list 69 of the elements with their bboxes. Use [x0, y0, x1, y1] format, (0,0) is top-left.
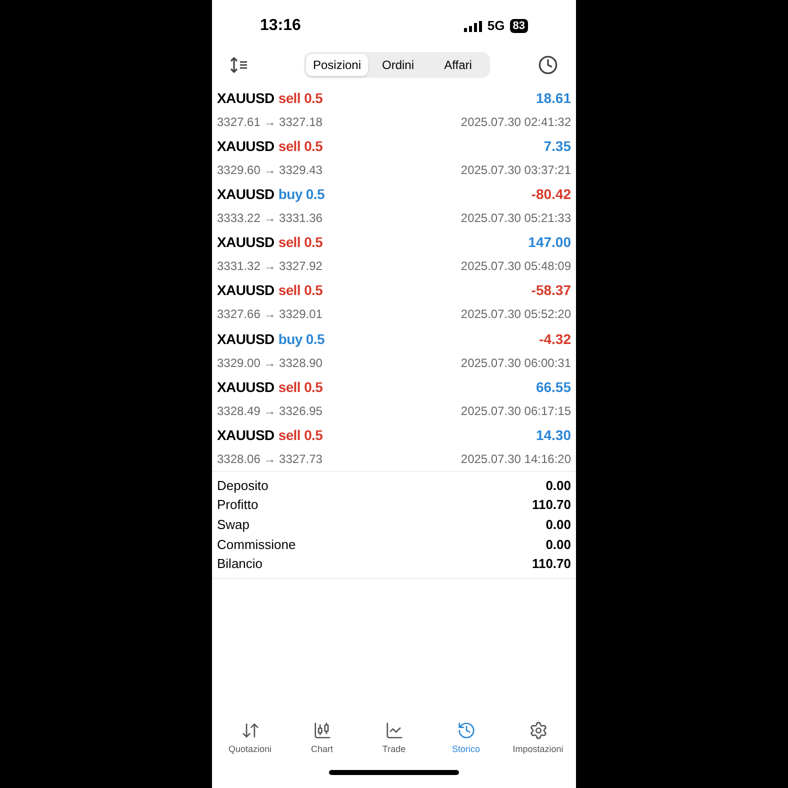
price-range: 3327.61 → 3327.18	[217, 114, 322, 131]
sort-icon[interactable]	[230, 57, 248, 73]
network-label: 5G	[487, 17, 505, 36]
battery-level: 83	[510, 19, 528, 33]
price-range: 3328.49 → 3326.95	[217, 402, 322, 420]
profit-value: -80.42	[531, 184, 571, 204]
price-range: 3331.32 → 3327.92	[217, 258, 322, 276]
summary-value: 110.70	[532, 555, 571, 574]
symbol-label: XAUUSD	[217, 184, 274, 204]
summary-value: 0.00	[546, 536, 571, 554]
deal-time: 2025.07.30 06:17:15	[460, 402, 571, 420]
summary-label: Deposito	[217, 476, 268, 495]
summary-value: 0.00	[546, 516, 571, 534]
profit-value: 147.00	[528, 233, 571, 252]
nav-tab[interactable]: Chart	[287, 720, 357, 756]
history-icon	[456, 720, 476, 740]
side-volume: sell 0.5	[278, 136, 323, 156]
arrows-icon	[240, 720, 260, 740]
side-volume: sell 0.5	[278, 281, 323, 300]
signal-icon	[464, 20, 482, 32]
price-range: 3333.22 → 3331.36	[217, 210, 322, 227]
symbol-label: XAUUSD	[217, 88, 274, 108]
segment-tab[interactable]: Posizioni	[306, 54, 368, 76]
deal-time: 2025.07.30 02:41:32	[460, 114, 571, 131]
symbol-label: XAUUSD	[217, 378, 274, 397]
profit-value: -58.37	[531, 281, 571, 300]
side-volume: sell 0.5	[278, 233, 323, 252]
profit-value: 18.61	[536, 88, 571, 108]
deal-time: 2025.07.30 14:16:20	[460, 450, 571, 468]
candlestick-icon	[312, 720, 332, 740]
chart-icon	[384, 720, 404, 740]
nav-tab[interactable]: Quotazioni	[215, 720, 285, 756]
profit-value: 66.55	[536, 378, 571, 397]
nav-tab[interactable]: Trade	[359, 720, 429, 756]
clock-icon[interactable]	[538, 55, 558, 75]
side-volume: sell 0.5	[278, 426, 323, 445]
summary-label: Profitto	[217, 496, 258, 514]
side-volume: buy 0.5	[278, 330, 324, 349]
deal-time: 2025.07.30 05:48:09	[460, 258, 571, 276]
symbol-label: XAUUSD	[217, 281, 274, 300]
clock-time: 13:16	[260, 16, 301, 36]
symbol-label: XAUUSD	[217, 136, 274, 156]
summary-value: 110.70	[532, 496, 571, 514]
segment-tab[interactable]: Ordini	[368, 54, 428, 76]
side-volume: buy 0.5	[278, 184, 324, 204]
deal-time: 2025.07.30 03:37:21	[460, 162, 571, 179]
summary-label: Commissione	[217, 536, 296, 554]
profit-value: 7.35	[544, 136, 571, 156]
summary-value: 0.00	[546, 476, 571, 495]
deal-time: 2025.07.30 05:52:20	[460, 306, 571, 324]
price-range: 3327.66 → 3329.01	[217, 306, 322, 324]
summary-label: Swap	[217, 516, 250, 534]
side-volume: sell 0.5	[278, 378, 323, 397]
price-range: 3329.00 → 3328.90	[217, 354, 322, 372]
price-range: 3329.60 → 3329.43	[217, 162, 322, 179]
settings-icon	[528, 720, 548, 740]
profit-value: 14.30	[536, 426, 571, 445]
segment-tab[interactable]: Affari	[428, 54, 488, 76]
nav-tab[interactable]: Storico	[431, 720, 501, 756]
price-range: 3328.06 → 3327.73	[217, 450, 322, 468]
symbol-label: XAUUSD	[217, 426, 274, 445]
summary-label: Bilancio	[217, 555, 263, 574]
side-volume: sell 0.5	[278, 88, 323, 108]
symbol-label: XAUUSD	[217, 330, 274, 349]
deal-time: 2025.07.30 05:21:33	[460, 210, 571, 227]
nav-tab[interactable]: Impostazioni	[503, 720, 573, 756]
profit-value: -4.32	[539, 330, 571, 349]
symbol-label: XAUUSD	[217, 233, 274, 252]
deal-time: 2025.07.30 06:00:31	[460, 354, 571, 372]
